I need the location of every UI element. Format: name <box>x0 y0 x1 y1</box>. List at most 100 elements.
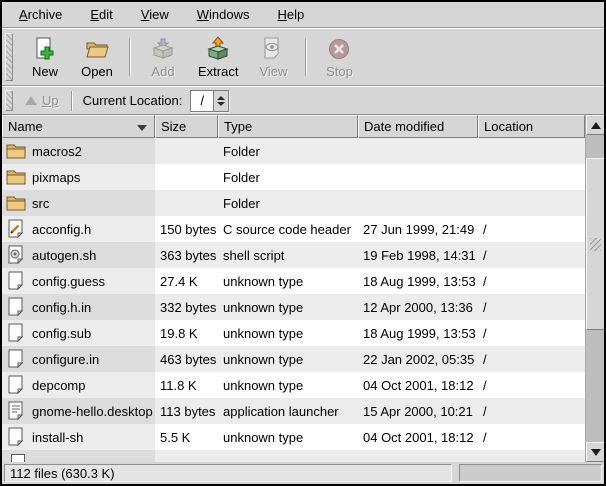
location-cell: / <box>478 398 585 424</box>
location-cell <box>478 164 585 190</box>
menu-item-help[interactable]: Help <box>263 3 318 26</box>
date-cell: 27 Jun 1999, 21:49 <box>358 216 478 242</box>
toolbar-separator <box>129 38 131 76</box>
scrollbar-thumb[interactable] <box>586 158 605 330</box>
scrollbar-up-button[interactable] <box>586 115 605 135</box>
scrollbar-grip <box>590 238 601 251</box>
type-cell: Folder <box>218 138 358 164</box>
column-header-name[interactable]: Name <box>2 115 155 138</box>
location-cell <box>478 138 585 164</box>
date-cell: 22 Jan 2002, 05:35 <box>358 346 478 372</box>
generic-file-icon <box>6 427 26 447</box>
file-row-config.sub[interactable]: config.sub19.8 Kunknown type18 Aug 1999,… <box>2 320 585 346</box>
menu-item-windows[interactable]: Windows <box>183 3 264 26</box>
name-cell: config.guess <box>2 268 155 294</box>
date-cell: 04 Oct 2001, 18:12 <box>358 372 478 398</box>
location-cell: / <box>478 268 585 294</box>
up-button[interactable]: Up <box>19 91 65 110</box>
open-button-label: Open <box>81 64 113 79</box>
menu-item-view[interactable]: View <box>127 3 183 26</box>
location-combo[interactable]: / <box>190 90 229 112</box>
location-combo-dropdown-button[interactable] <box>213 91 228 111</box>
location-cell: / <box>478 294 585 320</box>
table-row-partial[interactable] <box>2 450 585 462</box>
vertical-scrollbar[interactable] <box>585 115 604 462</box>
date-cell: 12 Apr 2000, 13:36 <box>358 294 478 320</box>
date-cell <box>358 164 478 190</box>
current-location-label: Current Location: <box>83 93 183 108</box>
location-cell: / <box>478 346 585 372</box>
type-cell: unknown type <box>218 294 358 320</box>
folder-icon <box>6 167 26 187</box>
status-progress-panel <box>459 464 602 482</box>
toolbar-drag-handle[interactable] <box>5 33 13 81</box>
size-cell: 363 bytes <box>155 242 218 268</box>
location-bar: Up Current Location: / <box>2 86 604 115</box>
extract-button[interactable]: Extract <box>189 33 247 82</box>
file-row-config.guess[interactable]: config.guess27.4 Kunknown type18 Aug 199… <box>2 268 585 294</box>
partial-file-icon <box>11 454 25 462</box>
scroll-down-icon <box>591 449 601 456</box>
file-row-configure.in[interactable]: configure.in463 bytesunknown type22 Jan … <box>2 346 585 372</box>
generic-file-icon <box>6 375 26 395</box>
location-cell: / <box>478 320 585 346</box>
type-cell: application launcher <box>218 398 358 424</box>
file-row-gnome-hello.desktop[interactable]: gnome-hello.desktop113 bytesapplication … <box>2 398 585 424</box>
view-button[interactable]: View <box>247 33 299 82</box>
date-cell: 18 Aug 1999, 13:53 <box>358 320 478 346</box>
toolbar: New Open Add Extract View Stop <box>2 28 604 86</box>
view-button-label: View <box>259 64 287 79</box>
open-button[interactable]: Open <box>71 33 123 82</box>
extract-icon <box>205 36 231 62</box>
name-cell: acconfig.h <box>2 216 155 242</box>
date-cell <box>358 138 478 164</box>
date-cell: 18 Aug 1999, 13:53 <box>358 268 478 294</box>
type-cell: unknown type <box>218 346 358 372</box>
file-row-depcomp[interactable]: depcomp11.8 Kunknown type04 Oct 2001, 18… <box>2 372 585 398</box>
size-cell: 150 bytes <box>155 216 218 242</box>
type-cell: C source code header <box>218 216 358 242</box>
type-cell: unknown type <box>218 268 358 294</box>
name-cell: install-sh <box>2 424 155 450</box>
name-cell: macros2 <box>2 138 155 164</box>
name-cell: depcomp <box>2 372 155 398</box>
size-cell <box>155 164 218 190</box>
date-cell: 04 Oct 2001, 18:12 <box>358 424 478 450</box>
column-header-location[interactable]: Location <box>478 115 585 138</box>
add-button[interactable]: Add <box>137 33 189 82</box>
new-button[interactable]: New <box>19 33 71 82</box>
folder-icon <box>6 141 26 161</box>
new-button-label: New <box>32 64 58 79</box>
column-header-type[interactable]: Type <box>218 115 358 138</box>
generic-file-icon <box>6 297 26 317</box>
menu-item-archive[interactable]: Archive <box>5 3 76 26</box>
scrollbar-down-button[interactable] <box>586 442 605 462</box>
up-button-label: Up <box>42 93 59 108</box>
file-row-src[interactable]: srcFolder <box>2 190 585 216</box>
file-list: NameSizeTypeDate modifiedLocation macros… <box>2 115 585 462</box>
stop-button-label: Stop <box>326 64 353 79</box>
shell-script-icon <box>6 245 26 265</box>
file-row-macros2[interactable]: macros2 Folder <box>2 138 585 164</box>
generic-file-icon <box>6 323 26 343</box>
name-cell: autogen.sh <box>2 242 155 268</box>
extract-button-label: Extract <box>198 64 238 79</box>
file-row-autogen.sh[interactable]: autogen.sh363 bytesshell script19 Feb 19… <box>2 242 585 268</box>
name-cell: gnome-hello.desktop <box>2 398 155 424</box>
location-bar-separator <box>71 91 73 111</box>
c-header-file-icon <box>6 219 26 239</box>
column-header-size[interactable]: Size <box>155 115 218 138</box>
file-row-acconfig.h[interactable]: acconfig.h150 bytesC source code header2… <box>2 216 585 242</box>
menu-bar: ArchiveEditViewWindowsHelp <box>2 2 604 28</box>
menu-item-edit[interactable]: Edit <box>76 3 126 26</box>
file-row-install-sh[interactable]: install-sh5.5 Kunknown type04 Oct 2001, … <box>2 424 585 450</box>
stop-button[interactable]: Stop <box>313 33 365 82</box>
location-cell <box>478 190 585 216</box>
status-message-panel: 112 files (630.3 K) <box>4 464 452 482</box>
file-row-pixmaps[interactable]: pixmapsFolder <box>2 164 585 190</box>
location-bar-drag-handle[interactable] <box>5 90 13 111</box>
column-header-date-modified[interactable]: Date modified <box>358 115 478 138</box>
size-cell: 332 bytes <box>155 294 218 320</box>
generic-file-icon <box>6 271 26 291</box>
file-row-config.h.in[interactable]: config.h.in332 bytesunknown type12 Apr 2… <box>2 294 585 320</box>
